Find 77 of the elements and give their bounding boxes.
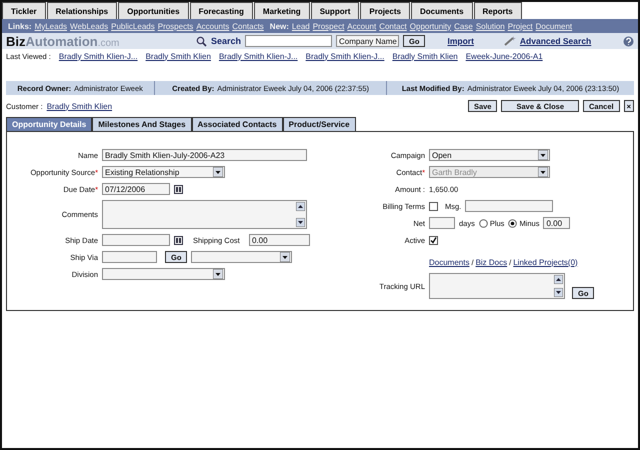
links-label: Links:	[8, 22, 32, 30]
select-field[interactable]	[102, 268, 225, 280]
new-link[interactable]: Case	[454, 22, 473, 30]
recent-link[interactable]: Bradly Smith Klien	[392, 52, 458, 60]
linked-projects-link[interactable]: Linked Projects(0)	[513, 258, 578, 266]
nav-tab[interactable]: Forecasting	[190, 2, 253, 19]
new-link[interactable]: Account	[347, 22, 376, 30]
new-link[interactable]: Solution	[476, 22, 505, 30]
quick-link[interactable]: Accounts	[196, 22, 230, 30]
date-field[interactable]	[102, 234, 170, 246]
quick-link[interactable]: PublicLeads	[111, 22, 155, 30]
new-label: New:	[270, 22, 289, 30]
search-field[interactable]	[245, 35, 332, 47]
logo: BizAutomation.com	[6, 34, 120, 48]
text-field[interactable]: 0.00	[249, 234, 310, 246]
form-tab[interactable]: Opportunity Details	[6, 117, 92, 131]
nav-tab[interactable]: Relationships	[46, 2, 118, 19]
quick-link[interactable]: Contacts	[232, 22, 264, 30]
wand-icon	[504, 36, 516, 46]
search-icon	[196, 36, 207, 46]
radio-button[interactable]	[478, 218, 488, 228]
advanced-search-link[interactable]: Advanced Search	[520, 36, 592, 46]
caret-icon[interactable]	[213, 269, 223, 279]
biz-docs-link[interactable]: Biz Docs	[476, 258, 508, 266]
form-tab[interactable]: Associated Contacts	[192, 117, 283, 131]
scroll-up-icon[interactable]	[296, 202, 305, 211]
new-link[interactable]: Document	[536, 22, 572, 30]
documents-link[interactable]: Documents	[429, 258, 470, 266]
recent-link[interactable]: Bradly Smith Klien-J...	[306, 52, 384, 60]
quick-link[interactable]: Prospects	[158, 22, 194, 30]
text-field[interactable]: 0.00	[543, 217, 570, 229]
comments-field[interactable]	[102, 200, 307, 229]
new-link[interactable]: Contact	[379, 22, 407, 30]
form-tab[interactable]: Milestones And Stages	[92, 117, 192, 131]
select-field[interactable]: Existing Relationship	[102, 166, 225, 178]
scroll-up-icon[interactable]	[554, 275, 563, 284]
text-field[interactable]	[429, 217, 455, 229]
recent-link[interactable]: Eweek-June-2006-A1	[466, 52, 543, 60]
recent-link[interactable]: Bradly Smith Klien-J...	[218, 52, 298, 60]
nav-tab[interactable]: Opportunities	[118, 2, 189, 19]
new-link[interactable]: Lead	[292, 22, 310, 30]
radio-button[interactable]	[508, 218, 518, 228]
checkbox[interactable]	[429, 202, 438, 210]
text-field[interactable]	[465, 200, 554, 212]
new-link[interactable]: Project	[508, 22, 533, 30]
text-field[interactable]: Bradly Smith Klien-July-2006-A23	[102, 149, 307, 161]
help-icon[interactable]	[623, 36, 634, 46]
caret-icon[interactable]	[213, 167, 223, 177]
quick-link[interactable]: MyLeads	[34, 22, 68, 30]
calendar-icon[interactable]	[174, 184, 183, 194]
new-link[interactable]: Prospect	[312, 22, 344, 30]
checkbox[interactable]	[429, 236, 438, 244]
nav-tab[interactable]: Support	[310, 2, 360, 19]
select-field[interactable]	[191, 251, 292, 263]
nav-tab[interactable]: Marketing	[254, 2, 310, 19]
recent-link[interactable]: Bradly Smith Klien-J...	[58, 52, 138, 60]
recent-link[interactable]: Bradly Smith Klien	[146, 52, 211, 60]
scroll-down-icon[interactable]	[296, 218, 305, 227]
nav-tab[interactable]: Documents	[410, 2, 473, 19]
date-field[interactable]: 07/12/2006	[102, 183, 170, 195]
calendar-icon[interactable]	[174, 236, 183, 244]
customer-link[interactable]: Bradly Smith Klien	[46, 102, 112, 110]
text-field[interactable]	[102, 251, 157, 263]
nav-tab[interactable]: Projects	[360, 2, 410, 19]
caret-icon[interactable]	[538, 150, 548, 160]
tracking-url-field[interactable]	[429, 273, 565, 299]
search-label: Search	[211, 36, 242, 46]
caret-icon[interactable]	[280, 252, 290, 262]
scroll-down-icon[interactable]	[554, 288, 563, 297]
new-link[interactable]: Opportunity	[410, 22, 452, 30]
import-link[interactable]: Import	[447, 36, 474, 46]
search-scope-select[interactable]: Company Name	[336, 35, 400, 47]
quick-link[interactable]: WebLeads	[70, 22, 108, 30]
nav-tab[interactable]: Reports	[474, 2, 522, 19]
select-field[interactable]: Open	[429, 149, 550, 161]
form-tab[interactable]: Product/Service	[282, 117, 356, 131]
nav-tab[interactable]: Tickler	[2, 2, 46, 19]
